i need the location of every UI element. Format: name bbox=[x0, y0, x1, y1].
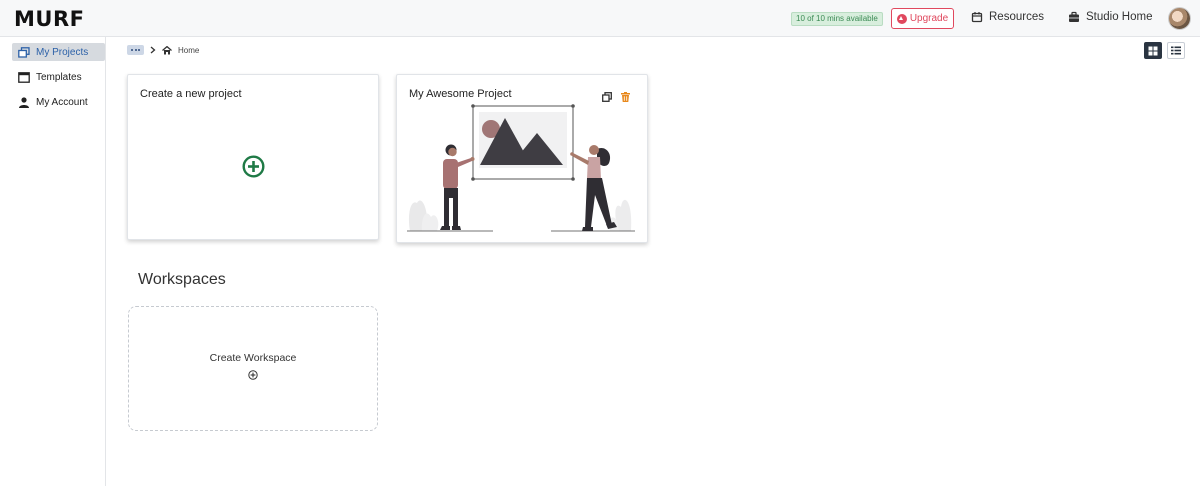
list-view-button[interactable] bbox=[1167, 42, 1185, 59]
create-project-card[interactable]: Create a new project bbox=[127, 74, 379, 240]
top-bar: MURF 10 of 10 mins available Upgrade Res… bbox=[0, 0, 1200, 37]
upgrade-label: Upgrade bbox=[909, 13, 949, 24]
breadcrumb-home[interactable]: Home bbox=[178, 46, 199, 55]
sidebar: My Projects Templates My Account bbox=[0, 37, 106, 486]
briefcase-icon bbox=[1069, 11, 1079, 22]
resources-label: Resources bbox=[989, 11, 1044, 23]
resources-link[interactable]: Resources bbox=[971, 11, 1044, 23]
home-icon[interactable] bbox=[162, 45, 172, 55]
sidebar-item-my-projects[interactable]: My Projects bbox=[12, 43, 105, 61]
list-view-icon bbox=[1171, 46, 1181, 55]
more-options-button[interactable] bbox=[127, 45, 144, 55]
chevron-right-icon bbox=[150, 46, 156, 54]
user-avatar[interactable] bbox=[1168, 7, 1191, 30]
workspaces-heading: Workspaces bbox=[138, 271, 226, 288]
user-icon bbox=[19, 96, 29, 108]
sidebar-item-label: My Projects bbox=[36, 46, 89, 58]
create-workspace-card[interactable]: Create Workspace bbox=[128, 306, 378, 431]
project-illustration bbox=[407, 104, 635, 232]
sidebar-item-label: Templates bbox=[36, 71, 82, 83]
project-title: My Awesome Project bbox=[409, 88, 512, 100]
studio-home-label: Studio Home bbox=[1086, 11, 1153, 23]
minutes-available-badge: 10 of 10 mins available bbox=[791, 12, 883, 26]
projects-icon bbox=[18, 46, 30, 58]
resources-icon bbox=[971, 12, 983, 23]
breadcrumb: Home bbox=[127, 45, 199, 55]
create-workspace-label: Create Workspace bbox=[209, 352, 297, 364]
sidebar-item-label: My Account bbox=[36, 96, 88, 108]
add-circle-icon[interactable] bbox=[242, 155, 265, 178]
duplicate-icon[interactable] bbox=[602, 92, 612, 102]
upgrade-button[interactable]: Upgrade bbox=[891, 8, 954, 29]
grid-view-button[interactable] bbox=[1144, 42, 1162, 59]
project-card[interactable]: My Awesome Project bbox=[396, 74, 648, 243]
murf-logo[interactable]: MURF bbox=[14, 7, 84, 31]
upgrade-arrow-icon bbox=[896, 13, 907, 24]
trash-icon[interactable] bbox=[621, 92, 630, 102]
create-project-label: Create a new project bbox=[140, 88, 242, 100]
grid-view-icon bbox=[1148, 46, 1158, 55]
studio-home-link[interactable]: Studio Home bbox=[1068, 11, 1152, 23]
add-circle-icon[interactable] bbox=[248, 370, 258, 380]
sidebar-item-templates[interactable]: Templates bbox=[12, 68, 105, 86]
sidebar-item-my-account[interactable]: My Account bbox=[12, 93, 105, 111]
templates-icon bbox=[18, 71, 30, 83]
